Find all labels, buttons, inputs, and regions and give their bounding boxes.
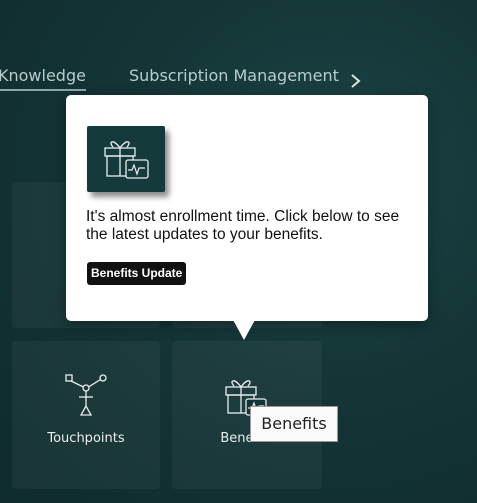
top-nav: Knowledge Subscription Management (0, 62, 477, 92)
tile-label-touchpoints: Touchpoints (47, 431, 125, 446)
popover-arrow (232, 318, 256, 340)
tile-touchpoints[interactable]: Touchpoints (12, 341, 160, 489)
touchpoints-icon (65, 374, 107, 416)
gift-pulse-icon (104, 141, 149, 179)
nav-item-knowledge[interactable]: Knowledge (0, 66, 86, 91)
benefits-tooltip: Benefits (250, 406, 338, 442)
popover-message: It's almost enrollment time. Click below… (86, 208, 400, 243)
popover-icon-box (87, 126, 165, 192)
benefits-popover: It's almost enrollment time. Click below… (66, 95, 428, 321)
chevron-right-icon[interactable] (347, 72, 365, 90)
nav-item-subscription-management[interactable]: Subscription Management (129, 66, 339, 85)
benefits-update-button[interactable]: Benefits Update (87, 262, 187, 285)
